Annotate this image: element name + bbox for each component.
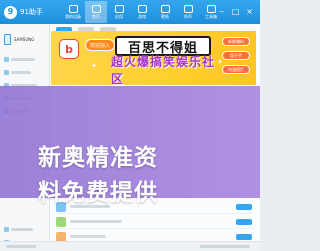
side-menu-item[interactable]: [4, 224, 46, 234]
toolbox-icon: [206, 5, 216, 13]
nav-item-wallpaper[interactable]: 壁纸: [154, 1, 176, 23]
promo-banner[interactable]: b 欢迎加入 百思不得姐 超火爆搞笑娱乐社区 新鲜爆料 段子手 内涵图片 ✦ ✦: [51, 31, 256, 85]
apps-icon: [114, 5, 124, 13]
app-window: 9 91助手 我的设备 首页 应用 游戏 壁纸 铃声 工具箱 ‒ □ × SAM…: [0, 0, 260, 251]
app-icon: [56, 216, 66, 227]
close-icon[interactable]: ×: [244, 6, 255, 17]
nav-label: 首页: [92, 14, 100, 19]
sparkle-icon: ✦: [91, 62, 97, 70]
status-bar: [0, 241, 260, 251]
menu-item-icon: [4, 56, 9, 62]
menu-item-label-placeholder: [11, 57, 35, 61]
nav-label: 壁纸: [161, 14, 169, 19]
banner-subtitle: 超火爆搞笑娱乐社区: [111, 55, 216, 85]
main-nav: 我的设备 首页 应用 游戏 壁纸 铃声 工具箱: [62, 1, 222, 23]
menu-item-label-placeholder: [11, 70, 31, 74]
sparkle-icon: ✦: [217, 58, 223, 66]
banner-tag-welcome: 欢迎加入: [85, 39, 115, 51]
nav-item-ringtones[interactable]: 铃声: [177, 1, 199, 23]
app-name-placeholder: [70, 220, 122, 223]
status-text-placeholder: [200, 245, 250, 248]
menu-item-icon: [4, 69, 9, 75]
image-icon: [160, 5, 170, 13]
nav-item-home[interactable]: 首页: [85, 1, 107, 23]
home-icon: [91, 5, 101, 13]
device-name: SAMSUNG: [14, 36, 35, 42]
status-text-placeholder: [6, 245, 36, 248]
nav-item-games[interactable]: 游戏: [131, 1, 153, 23]
top-bar: 9 91助手 我的设备 首页 应用 游戏 壁纸 铃声 工具箱 ‒ □ ×: [0, 0, 260, 24]
side-menu-item[interactable]: [4, 67, 46, 77]
install-button[interactable]: [236, 218, 252, 225]
phone-icon: [68, 5, 78, 13]
banner-app-logo-icon: b: [59, 39, 79, 59]
brand-name: 91助手: [20, 8, 43, 16]
nav-label: 我的设备: [65, 14, 81, 19]
list-item[interactable]: [56, 215, 254, 229]
gamepad-icon: [137, 5, 147, 13]
watermark-line-1: 新奥精准资: [38, 145, 158, 171]
device-phone-icon: [4, 33, 11, 45]
banner-tag: 内涵图片: [222, 65, 250, 74]
app-name-placeholder: [70, 235, 106, 238]
app-icon: [56, 231, 66, 242]
maximize-icon[interactable]: □: [230, 6, 241, 17]
nav-item-apps[interactable]: 应用: [108, 1, 130, 23]
brand[interactable]: 9 91助手: [4, 4, 43, 20]
music-icon: [183, 5, 193, 13]
side-menu-item[interactable]: [4, 54, 46, 64]
nav-item-my-device[interactable]: 我的设备: [62, 1, 84, 23]
nav-label: 游戏: [138, 14, 146, 19]
brand-logo-icon: 9: [4, 5, 17, 19]
watermark-line-2: 料免费提供: [38, 180, 158, 206]
banner-tag: 新鲜爆料: [222, 37, 250, 46]
menu-item-icon: [4, 226, 9, 232]
install-button[interactable]: [236, 233, 252, 240]
nav-label: 铃声: [184, 14, 192, 19]
nav-label: 应用: [115, 14, 123, 19]
install-button[interactable]: [236, 203, 252, 210]
menu-item-label-placeholder: [11, 227, 33, 231]
banner-tag: 段子手: [222, 51, 250, 60]
minimize-icon[interactable]: ‒: [216, 6, 227, 17]
device-card[interactable]: SAMSUNG: [4, 30, 46, 48]
